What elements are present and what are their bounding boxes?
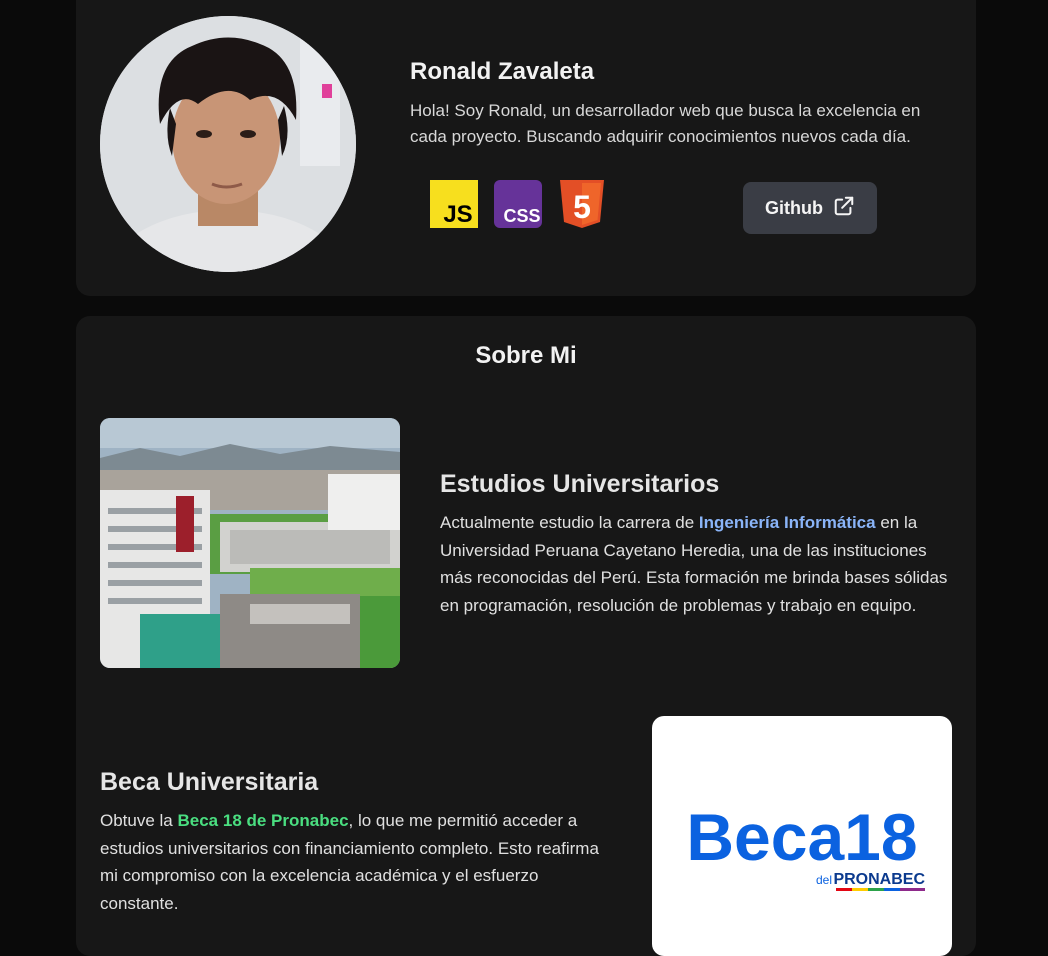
external-link-icon [833, 195, 855, 222]
javascript-icon: JS [430, 180, 478, 228]
github-button-label: Github [765, 197, 823, 218]
section-title: Sobre Mi [475, 342, 577, 369]
scholarship-title: Beca Universitaria [100, 768, 319, 796]
university-description: Actualmente estudio la carrera de Ingeni… [440, 509, 960, 619]
html5-icon-label: 5 [573, 189, 591, 225]
profile-avatar [100, 16, 356, 272]
html5-icon: 5 [558, 180, 606, 228]
about-card: Sobre Mi Estudios Universitarios Actualm… [76, 316, 976, 956]
javascript-icon-label: JS [443, 201, 472, 228]
university-career-highlight: Ingeniería Informática [698, 513, 876, 532]
profile-name: Ronald Zavaleta [410, 58, 595, 85]
profile-bio: Hola! Soy Ronald, un desarrollador web q… [410, 101, 921, 146]
css-icon-label: CSS [503, 206, 540, 226]
scholarship-highlight: Beca 18 de Pronabec [177, 811, 349, 830]
pronabec-logo-text: PRONABEC [833, 871, 925, 888]
profile-card: Ronald Zavaleta Hola! Soy Ronald, un des… [76, 0, 976, 296]
university-title: Estudios Universitarios [440, 470, 720, 498]
github-button[interactable]: Github [743, 182, 877, 234]
beca18-logo-prefix: del [816, 873, 832, 887]
university-text-start: Actualmente estudio la carrera de [440, 513, 699, 532]
scholarship-description: Obtuve la Beca 18 de Pronabec, lo que me… [100, 807, 610, 917]
beca18-logo-text: Beca18 [686, 800, 917, 874]
css-icon: CSS [494, 180, 542, 228]
scholarship-text-start: Obtuve la [100, 811, 178, 830]
beca18-logo: Beca18 del PRONABEC [652, 716, 952, 956]
university-campus-photo [100, 418, 400, 668]
